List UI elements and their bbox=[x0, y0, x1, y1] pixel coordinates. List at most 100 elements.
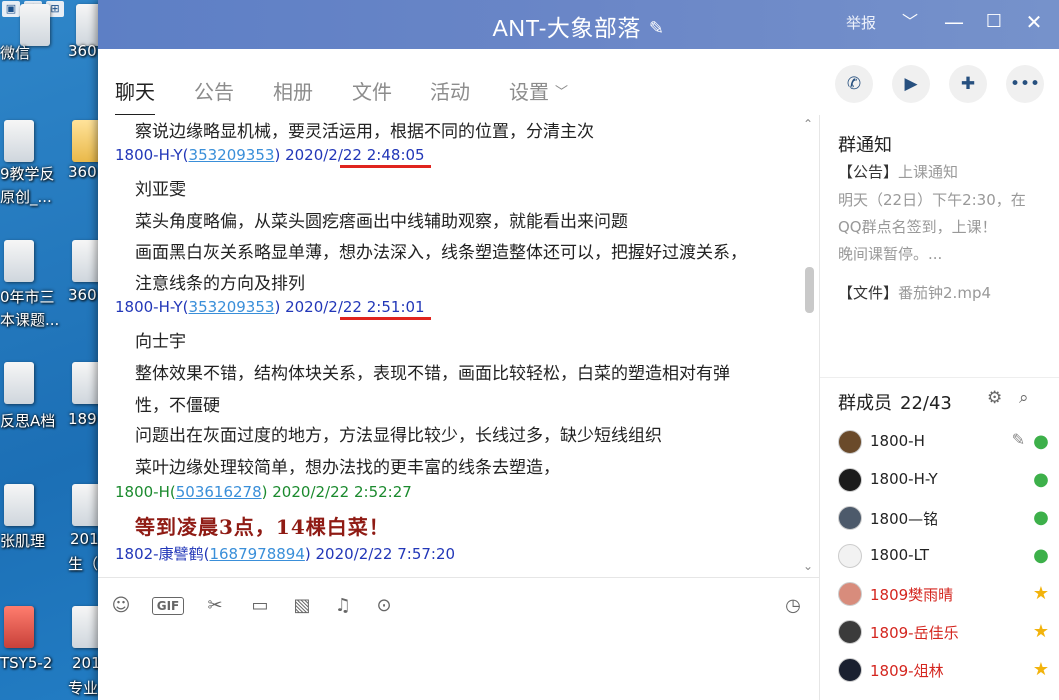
tab-settings[interactable]: 设置 ﹀ bbox=[509, 76, 568, 105]
notice-line[interactable]: 【文件】番茄钟2.mp4 bbox=[838, 282, 991, 303]
desktop-icon-label[interactable]: 0年市三 bbox=[0, 286, 55, 307]
desktop-icon-label[interactable]: TSY5-2 bbox=[0, 654, 52, 672]
desktop-shortcut-icon[interactable]: ▣ bbox=[2, 1, 20, 17]
chevron-down-icon[interactable]: ⌄ bbox=[803, 559, 813, 573]
input-area[interactable]: ☺ GIF ✂ ▭ ▧ ♫ ⊙ ◷ bbox=[98, 577, 820, 700]
desktop-icon-label[interactable]: 反思A档 bbox=[0, 410, 55, 431]
desktop-icon-label[interactable]: 本课题... bbox=[0, 309, 59, 330]
search-icon[interactable]: ⌕ bbox=[1019, 388, 1029, 408]
scrollbar-thumb[interactable] bbox=[805, 267, 814, 313]
video-call-button[interactable]: ▶ bbox=[892, 65, 930, 103]
member-person-icon: ● bbox=[1033, 469, 1049, 490]
smile-icon[interactable]: ☺ bbox=[109, 594, 133, 618]
avatar[interactable] bbox=[838, 544, 862, 568]
tab-announcement[interactable]: 公告 bbox=[194, 76, 234, 105]
avatar[interactable] bbox=[838, 506, 862, 530]
sender-qq-link[interactable]: 503616278 bbox=[176, 483, 262, 501]
desktop-file-icon[interactable] bbox=[20, 4, 50, 46]
chevron-up-icon[interactable]: ⌃ bbox=[803, 117, 813, 131]
desktop-icon-label[interactable]: 张肌理 bbox=[0, 530, 45, 551]
desktop-file-icon[interactable] bbox=[72, 120, 100, 162]
member-item[interactable]: 1809-俎林 ★ bbox=[838, 654, 1053, 688]
tab-chat[interactable]: 聊天 bbox=[115, 76, 155, 117]
desktop-icon-label[interactable]: 360 bbox=[68, 163, 97, 181]
more-button[interactable]: ••• bbox=[1006, 65, 1044, 103]
avatar[interactable] bbox=[838, 620, 862, 644]
desktop-file-icon[interactable] bbox=[4, 240, 34, 282]
sender-qq-link[interactable]: 353209353 bbox=[189, 298, 275, 316]
sender-name[interactable]: 1802-康譬鹤 bbox=[115, 545, 204, 563]
tab-album[interactable]: 相册 bbox=[273, 76, 313, 105]
sender-name[interactable]: 1800-H-Y bbox=[115, 298, 183, 316]
edit-pen-icon[interactable]: ✎ bbox=[1012, 430, 1025, 449]
sender-name[interactable]: 1800-H-Y bbox=[115, 146, 183, 164]
avatar[interactable] bbox=[838, 468, 862, 492]
sender-qq-link[interactable]: 1687978894 bbox=[209, 545, 304, 563]
desktop-icon-label[interactable]: 专业 bbox=[68, 677, 98, 698]
desktop-file-icon[interactable] bbox=[72, 484, 100, 526]
desktop-file-icon[interactable] bbox=[4, 484, 34, 526]
desktop-file-icon[interactable] bbox=[72, 362, 100, 404]
message-date: 2020/2/22 bbox=[272, 483, 350, 501]
tab-activity[interactable]: 活动 bbox=[430, 76, 470, 105]
desktop-file-icon[interactable] bbox=[72, 240, 100, 282]
desktop-icon-label[interactable]: 201 bbox=[70, 530, 99, 548]
message-date: 2020/2/22 bbox=[285, 298, 362, 316]
desktop-icon-label[interactable]: 9教学反 bbox=[0, 163, 55, 184]
desktop-icon-label[interactable]: 微信 bbox=[0, 42, 30, 63]
member-settings-icon[interactable]: ⚙ bbox=[987, 388, 1002, 408]
avatar[interactable] bbox=[838, 582, 862, 606]
paren-close: ) bbox=[261, 483, 273, 501]
desktop-icon-label[interactable]: 201 bbox=[72, 654, 100, 672]
desktop-icon-label[interactable]: 189 bbox=[68, 410, 97, 428]
chevron-down-icon[interactable]: ﹀ bbox=[898, 10, 922, 34]
sender-qq-link[interactable]: 353209353 bbox=[189, 146, 275, 164]
message-header: 1802-康譬鹤(1687978894) 2020/2/22 7:57:20 bbox=[115, 543, 455, 564]
tab-files[interactable]: 文件 bbox=[352, 76, 392, 105]
desktop-file-icon[interactable] bbox=[72, 606, 100, 648]
maximize-button[interactable]: ☐ bbox=[982, 10, 1006, 34]
desktop-icon-label[interactable]: 360 bbox=[68, 286, 97, 304]
member-item[interactable]: 1800-LT ● bbox=[838, 540, 1053, 574]
message-text: 菜叶边缘处理较简单，想办法找的更丰富的线条去塑造， bbox=[135, 458, 560, 478]
desktop-file-icon[interactable] bbox=[76, 4, 100, 46]
bell-icon[interactable]: ♫ bbox=[331, 594, 355, 618]
message-header: 1800-H-Y(353209353) 2020/2/22 2:48:05 bbox=[115, 146, 425, 164]
notice-text: 明天（22日）下午2:30，在 bbox=[838, 191, 1026, 209]
add-chat-button[interactable]: ✚ bbox=[949, 65, 987, 103]
gif-icon[interactable]: GIF bbox=[152, 597, 184, 615]
desktop-icon-label[interactable]: 原创_... bbox=[0, 186, 52, 207]
minimize-button[interactable]: — bbox=[942, 10, 966, 34]
sender-name[interactable]: 1800-H bbox=[115, 483, 170, 501]
paren-close: ) bbox=[274, 146, 286, 164]
member-item[interactable]: 1800—铭 ● bbox=[838, 502, 1053, 536]
member-item[interactable]: 1809-岳佳乐 ★ bbox=[838, 616, 1053, 650]
edit-title-icon[interactable]: ✎ bbox=[649, 18, 665, 39]
folder-icon[interactable]: ▭ bbox=[248, 594, 272, 618]
image-icon[interactable]: ▧ bbox=[290, 594, 314, 618]
message-header: 1800-H(503616278) 2020/2/22 2:52:27 bbox=[115, 483, 412, 501]
avatar[interactable] bbox=[838, 430, 862, 454]
message-area[interactable]: 察说边缘略显机械，要灵活运用，根据不同的位置，分清主次 1800-H-Y(3532… bbox=[98, 115, 820, 577]
desktop-icon-label[interactable]: 生（ bbox=[68, 553, 98, 574]
report-button[interactable]: 举报 bbox=[846, 12, 876, 33]
more-circle-icon[interactable]: ⊙ bbox=[372, 594, 396, 618]
message-date: 2020/2/22 bbox=[285, 146, 362, 164]
member-item[interactable]: 1800-H ✎ ● bbox=[838, 426, 1053, 460]
member-item[interactable]: 1800-H-Y ● bbox=[838, 464, 1053, 498]
desktop-icon-label[interactable]: 360 bbox=[68, 42, 97, 60]
admin-star-icon: ★ bbox=[1032, 621, 1050, 642]
voice-call-button[interactable]: ✆ bbox=[835, 65, 873, 103]
avatar[interactable] bbox=[838, 658, 862, 682]
desktop-file-icon[interactable] bbox=[4, 362, 34, 404]
history-clock-icon[interactable]: ◷ bbox=[781, 594, 805, 618]
desktop-file-icon[interactable] bbox=[4, 606, 34, 648]
message-time: 7:57:20 bbox=[397, 545, 456, 563]
scissors-icon[interactable]: ✂ bbox=[203, 594, 227, 618]
member-title-label: 群成员 bbox=[838, 393, 892, 414]
desktop-file-icon[interactable] bbox=[4, 120, 34, 162]
member-person-icon: ● bbox=[1033, 431, 1049, 452]
member-item[interactable]: 1809樊雨晴 ★ bbox=[838, 578, 1053, 612]
close-button[interactable]: ✕ bbox=[1022, 10, 1046, 34]
notice-line[interactable]: 【公告】上课通知 bbox=[838, 161, 958, 182]
